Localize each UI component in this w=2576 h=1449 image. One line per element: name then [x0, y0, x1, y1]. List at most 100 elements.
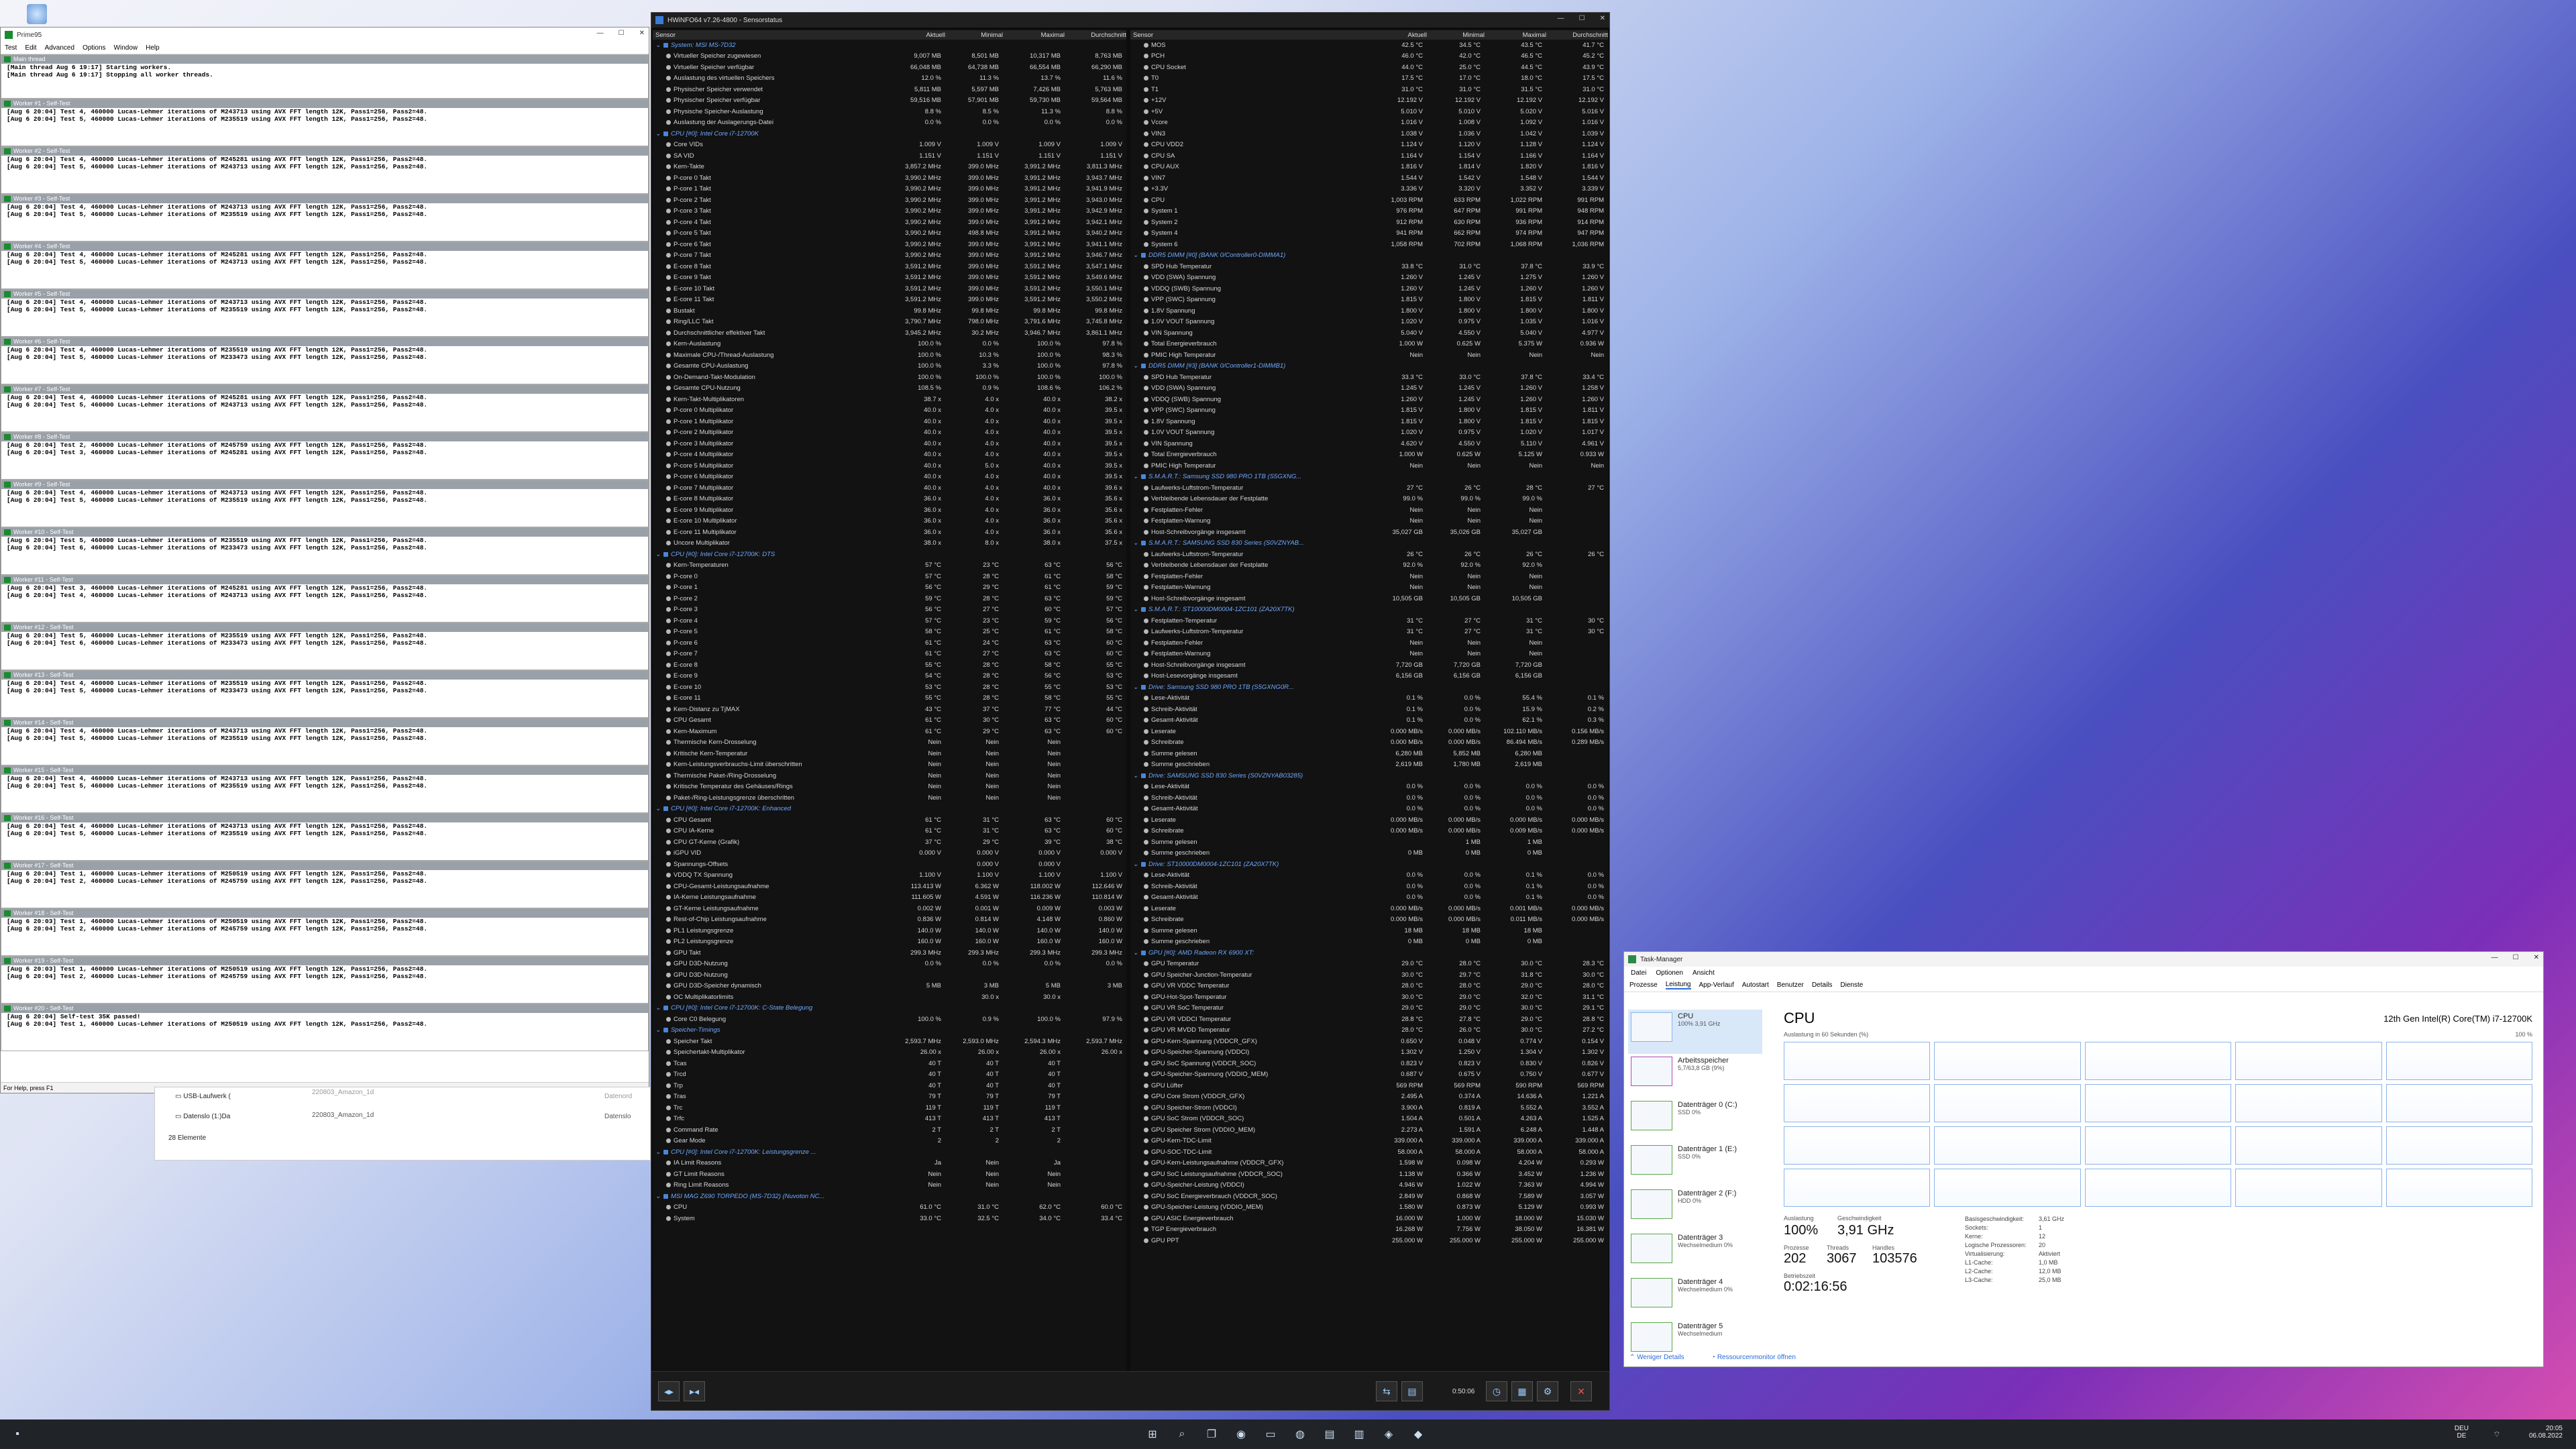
worker-pane[interactable]: Worker #2 - Self-Test [Aug 6 20:04] Test … — [1, 146, 649, 194]
sensor-row[interactable]: SA VID 1.151 V 1.151 V 1.151 V 1.151 V — [653, 150, 1126, 162]
sensor-row[interactable]: PCH 46.0 °C 42.0 °C 46.5 °C 45.2 °C — [1130, 51, 1608, 62]
sensor-row[interactable]: Trfc 413 T 413 T 413 T — [653, 1114, 1126, 1125]
collapse-chevron-icon[interactable]: ⌄ — [1133, 252, 1138, 259]
sensor-row[interactable]: Thermische Paket-/Ring-Drosselung Nein Nei… — [653, 770, 1126, 782]
sensor-group-header[interactable]: ⌄ GPU [#0]: AMD Radeon RX 6900 XT: — [1130, 947, 1608, 959]
worker-pane[interactable]: Worker #20 - Self-Test [Aug 6 20:04] Self… — [1, 1004, 649, 1051]
sensor-row[interactable]: GPU VR MVDD Temperatur 28.0 °C 26.0 °C 30.0… — [1130, 1025, 1608, 1036]
resource-item[interactable]: Datenträger 1 (E:) SSD 0% — [1628, 1142, 1762, 1187]
firefox-icon[interactable]: ◍ — [1292, 1426, 1308, 1442]
sensor-row[interactable]: GT-Kerne Leistungsaufnahme 0.002 W 0.001 W… — [653, 903, 1126, 914]
sensor-row[interactable]: Festplatten-Warnung Nein Nein Nein — [1130, 649, 1608, 660]
worker-pane[interactable]: Worker #8 - Self-Test [Aug 6 20:04] Test … — [1, 432, 649, 480]
sensor-row[interactable]: VDD (SWA) Spannung 1.245 V 1.245 V 1.260 V1… — [1130, 383, 1608, 394]
sensor-row[interactable]: System 33.0 °C 32.5 °C 34.0 °C 33.4 °C — [653, 1213, 1126, 1224]
sensor-row[interactable]: Gesamt-Aktivität 0.0 % 0.0 % 0.1 % 0.0 % — [1130, 892, 1608, 904]
collapse-chevron-icon[interactable]: ⌄ — [1133, 684, 1138, 691]
sensor-row[interactable]: Kritische Temperatur des Gehäuses/Rings N… — [653, 782, 1126, 793]
sensor-row[interactable]: E-core 9 Takt 3,591.2 MHz 399.0 MHz 3,591.2… — [653, 272, 1126, 284]
sensor-row[interactable]: GPU SoC Spannung (VDDCR_SOC) 0.823 V 0.823… — [1130, 1058, 1608, 1069]
sensor-row[interactable]: Kern-Temperaturen 57 °C 23 °C 63 °C 56 °C — [653, 560, 1126, 572]
sensor-row[interactable]: E-core 11 Takt 3,591.2 MHz 399.0 MHz 3,591.… — [653, 294, 1126, 306]
worker-pane[interactable]: Worker #15 - Self-Test [Aug 6 20:04] Test… — [1, 765, 649, 813]
sensor-row[interactable]: 1.8V Spannung 1.800 V 1.800 V 1.800 V 1.800 … — [1130, 305, 1608, 317]
sensor-row[interactable]: E-core 11 Multiplikator 36.0 x 4.0 x 36.0 x… — [653, 527, 1126, 538]
sensor-row[interactable]: Kern-Distanz zu TjMAX 43 °C 37 °C 77 °C 44 °… — [653, 704, 1126, 715]
sensor-row[interactable]: GPU D3D-Nutzung 0.0 % 0.0 % 0.0 % 0.0 % — [653, 959, 1126, 970]
clock-icon[interactable]: ◷ — [1486, 1381, 1507, 1401]
sensor-row[interactable]: Gesamt-Aktivität 0.0 % 0.0 % 0.0 % 0.0 % — [1130, 804, 1608, 815]
file-name[interactable]: 220803_Amazon_1d — [312, 1089, 374, 1096]
sensor-row[interactable]: Trp 40 T 40 T 40 T — [653, 1080, 1126, 1091]
sensor-row[interactable]: Summe geschrieben 2,619 MB 1,780 MB 2,619 M… — [1130, 759, 1608, 771]
sensor-row[interactable]: GPU VR SoC Temperatur 29.0 °C 29.0 °C 30.0 … — [1130, 1003, 1608, 1014]
sensor-row[interactable]: Bustakt 99.8 MHz 99.8 MHz 99.8 MHz 99.8 MHz — [653, 305, 1126, 317]
worker-pane[interactable]: Worker #14 - Self-Test [Aug 6 20:04] Test… — [1, 718, 649, 765]
sensor-row[interactable]: Vcore 1.016 V 1.008 V 1.092 V 1.016 V — [1130, 117, 1608, 129]
tab-prozesse[interactable]: Prozesse — [1629, 981, 1658, 989]
sensor-row[interactable]: Festplatten-Fehler Nein Nein Nein — [1130, 637, 1608, 649]
sensor-row[interactable]: Schreibrate 0.000 MB/s 0.000 MB/s 86.494 MB… — [1130, 737, 1608, 749]
sensor-row[interactable]: +3.3V 3.336 V 3.320 V 3.352 V 3.339 V — [1130, 184, 1608, 195]
sensor-row[interactable]: Gesamte CPU-Auslastung 100.0 % 3.3 % 100.0 … — [653, 361, 1126, 372]
worker-pane[interactable]: Worker #4 - Self-Test [Aug 6 20:04] Test … — [1, 241, 649, 289]
sensor-row[interactable]: Schreibrate 0.000 MB/s 0.000 MB/s 0.011 MB/… — [1130, 914, 1608, 926]
column-header[interactable]: Sensor — [1133, 32, 1369, 39]
sensor-row[interactable]: P-core 7 Multiplikator 40.0 x 4.0 x 40.0 x3… — [653, 482, 1126, 494]
resource-item[interactable]: CPU 100% 3,91 GHz — [1628, 1010, 1762, 1054]
sensor-row[interactable]: P-core 3 Takt 3,990.2 MHz 399.0 MHz 3,991.2… — [653, 206, 1126, 217]
settings-gear-icon[interactable]: ⚙ — [1537, 1381, 1558, 1401]
sensor-row[interactable]: GPU Temperatur 29.0 °C 28.0 °C 30.0 °C 28.3 … — [1130, 959, 1608, 970]
sensor-row[interactable]: E-core 10 53 °C 28 °C 55 °C 53 °C — [653, 682, 1126, 693]
maximize-icon[interactable]: ☐ — [619, 30, 625, 37]
graph-icon[interactable]: ▤ — [1401, 1381, 1423, 1401]
fewer-details-link[interactable]: ⌃ Weniger Details — [1629, 1354, 1684, 1361]
sensor-row[interactable]: Lese-Aktivität 0.0 % 0.0 % 0.1 % 0.0 % — [1130, 870, 1608, 881]
sensor-row[interactable]: Tcas 40 T 40 T 40 T — [653, 1058, 1126, 1069]
collapse-chevron-icon[interactable]: ⌄ — [655, 805, 661, 812]
menu-item-options[interactable]: Options — [83, 44, 105, 52]
collapse-chevron-icon[interactable]: ⌄ — [1133, 949, 1138, 957]
file-explorer-icon[interactable]: ▭ — [1263, 1426, 1279, 1442]
sensor-row[interactable]: P-core 7 61 °C 27 °C 63 °C 60 °C — [653, 649, 1126, 660]
sensor-row[interactable]: Kern-Leistungsverbrauchs-Limit überschri… — [653, 759, 1126, 771]
sensor-row[interactable]: Kern-Takt-Multiplikatoren 38.7 x 4.0 x 40.0… — [653, 394, 1126, 405]
sensor-row[interactable]: Leserate 0.000 MB/s 0.000 MB/s 0.000 MB/s 0.… — [1130, 814, 1608, 826]
collapse-chevron-icon[interactable]: ⌄ — [655, 130, 661, 138]
sensor-row[interactable]: Verbleibende Lebensdauer der Festplatte 9… — [1130, 560, 1608, 572]
close-sensors-icon[interactable]: ✕ — [1570, 1381, 1592, 1401]
worker-pane[interactable]: Worker #7 - Self-Test [Aug 6 20:04] Test … — [1, 384, 649, 432]
sensor-row[interactable]: GPU D3D-Speicher dynamisch 5 MB 3 MB 5 MB 3 … — [653, 981, 1126, 992]
sensor-row[interactable]: SPD Hub Temperatur 33.3 °C 33.0 °C 37.8 °C 3… — [1130, 372, 1608, 383]
sensor-row[interactable]: E-core 9 54 °C 28 °C 56 °C 53 °C — [653, 671, 1126, 682]
menu-item-datei[interactable]: Datei — [1631, 969, 1646, 977]
sensor-group-header[interactable]: ⌄ System: MSI MS-7D32 — [653, 40, 1126, 51]
sensor-row[interactable]: P-core 6 61 °C 24 °C 63 °C 60 °C — [653, 637, 1126, 649]
expand-right-icon[interactable]: ▸◂ — [684, 1381, 705, 1401]
column-header[interactable]: Maximal — [1485, 32, 1546, 39]
sensor-row[interactable]: PL2 Leistungsgrenze 160.0 W 160.0 W 160.0 W… — [653, 936, 1126, 948]
resource-item[interactable]: Datenträger 3 Wechselmedium 0% — [1628, 1231, 1762, 1275]
sensor-row[interactable]: P-core 6 Multiplikator 40.0 x 4.0 x 40.0 x3… — [653, 472, 1126, 483]
sensor-row[interactable]: Festplatten-Fehler Nein Nein Nein — [1130, 504, 1608, 516]
sensor-group-header[interactable]: ⌄ CPU [#0]: Intel Core i7-12700K — [653, 128, 1126, 140]
sensor-row[interactable]: +12V 12.192 V 12.192 V 12.192 V 12.192 V — [1130, 95, 1608, 107]
sensor-row[interactable]: Core VIDs 1.009 V 1.009 V 1.009 V 1.009 V — [653, 140, 1126, 151]
sensor-row[interactable]: Core C0 Belegung 100.0 % 0.9 % 100.0 % 97.9 … — [653, 1014, 1126, 1025]
search-icon[interactable]: ⌕ — [1174, 1426, 1190, 1442]
sensor-row[interactable]: Schreib-Aktivität 0.0 % 0.0 % 0.0 % 0.0 % — [1130, 792, 1608, 804]
sensor-row[interactable]: VDDQ TX Spannung 1.100 V 1.100 V 1.100 V 1.1… — [653, 870, 1126, 881]
sensor-row[interactable]: Leserate 0.000 MB/s 0.000 MB/s 0.001 MB/s 0.… — [1130, 903, 1608, 914]
sensor-row[interactable]: P-core 2 59 °C 28 °C 63 °C 59 °C — [653, 593, 1126, 604]
sensor-row[interactable]: Verbleibende Lebensdauer der Festplatte 9… — [1130, 494, 1608, 505]
sensor-row[interactable]: VIN Spannung 5.040 V 4.550 V 5.040 V 4.977 V — [1130, 327, 1608, 339]
sensor-row[interactable]: GPU-Speicher-Leistung (VDDIO_MEM) 1.580 W… — [1130, 1202, 1608, 1214]
file-name[interactable]: 220803_Amazon_1d — [312, 1112, 374, 1119]
resource-item[interactable]: Arbeitsspeicher 5,7/63,8 GB (9%) — [1628, 1054, 1762, 1098]
sensor-row[interactable]: P-core 0 Multiplikator 40.0 x 4.0 x 40.0 x3… — [653, 405, 1126, 417]
close-icon[interactable]: ✕ — [1600, 15, 1605, 22]
sensor-row[interactable]: GPU-SOC-TDC-Limit 58.000 A 58.000 A 58.000 … — [1130, 1146, 1608, 1158]
sensor-row[interactable]: 1.0V VOUT Spannung 1.020 V 0.975 V 1.020 V1… — [1130, 427, 1608, 439]
menu-item-edit[interactable]: Edit — [25, 44, 36, 52]
sensor-row[interactable]: Trcd 40 T 40 T 40 T — [653, 1069, 1126, 1081]
